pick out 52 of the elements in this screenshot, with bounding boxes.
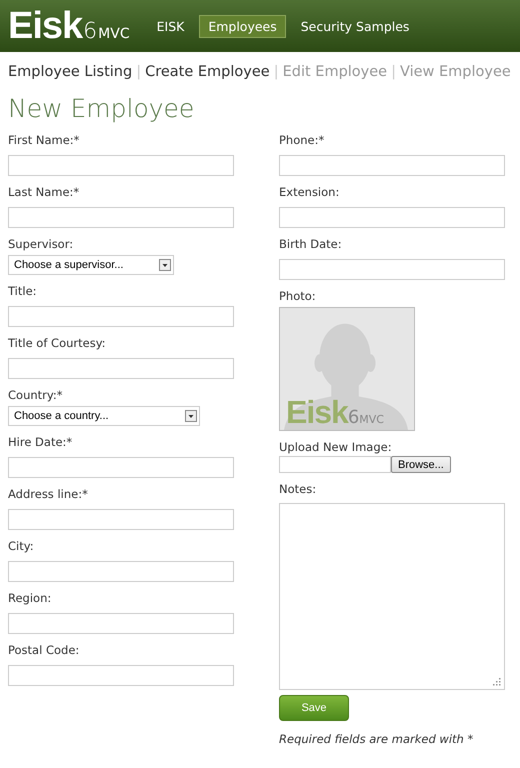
- field-label: First Name:*: [8, 133, 80, 147]
- logo-text: Eisk: [286, 396, 348, 428]
- field-label: Country:*: [8, 388, 62, 402]
- resize-grip-icon: [493, 678, 501, 686]
- separator: |: [391, 64, 396, 80]
- input-field[interactable]: [8, 665, 234, 686]
- input-field[interactable]: [279, 155, 505, 176]
- input-field[interactable]: [8, 207, 234, 228]
- breadcrumb-link[interactable]: Create Employee: [145, 64, 270, 80]
- field-label: Title:: [8, 284, 37, 298]
- logo-suffix: MVC: [98, 26, 130, 42]
- field-label: Extension:: [279, 185, 340, 199]
- page-heading: New Employee: [8, 94, 196, 123]
- field-label: Phone:*: [279, 133, 324, 147]
- logo-version: 6: [83, 19, 98, 44]
- input-field[interactable]: [279, 259, 505, 280]
- field-label: Upload New Image:: [279, 440, 392, 454]
- separator: |: [274, 64, 279, 80]
- dropdown[interactable]: Choose a country...: [8, 406, 200, 426]
- field-label: Postal Code:: [8, 643, 80, 657]
- logo-version: 6: [348, 407, 360, 428]
- nav-tab[interactable]: Security Samples: [292, 14, 418, 38]
- dropdown[interactable]: Choose a supervisor...: [8, 255, 174, 275]
- field-label: Hire Date:*: [8, 435, 72, 449]
- nav-tab[interactable]: EISK: [148, 14, 194, 38]
- input-field[interactable]: [8, 306, 234, 327]
- input-field[interactable]: [8, 561, 234, 582]
- field-label: Title of Courtesy:: [8, 336, 106, 350]
- file-path-field[interactable]: [279, 456, 391, 473]
- field-label: Photo:: [279, 289, 316, 303]
- breadcrumb-link[interactable]: Employee Listing: [8, 64, 132, 80]
- field-label: City:: [8, 539, 34, 553]
- logo[interactable]: Eisk6 MVC: [8, 7, 130, 45]
- browse-button[interactable]: Browse...: [391, 456, 451, 473]
- field-label: Notes:: [279, 482, 316, 496]
- input-field[interactable]: [8, 613, 234, 634]
- logo-suffix: MVC: [359, 413, 384, 426]
- input-field[interactable]: [8, 155, 234, 176]
- notes-textarea[interactable]: [279, 503, 505, 690]
- nav-tab[interactable]: Employees: [199, 14, 286, 38]
- field-label: Last Name:*: [8, 185, 80, 199]
- input-field[interactable]: [8, 358, 234, 379]
- input-field[interactable]: [8, 457, 234, 478]
- separator: |: [136, 64, 142, 80]
- logo-text: Eisk: [8, 7, 82, 45]
- field-label: Address line:*: [8, 487, 88, 501]
- input-field[interactable]: [279, 207, 505, 228]
- field-label: Supervisor:: [8, 237, 74, 251]
- footnote: Required fields are marked with *: [279, 732, 474, 746]
- input-field[interactable]: [8, 509, 234, 530]
- field-label: Birth Date:: [279, 237, 342, 251]
- field-label: Region:: [8, 591, 52, 605]
